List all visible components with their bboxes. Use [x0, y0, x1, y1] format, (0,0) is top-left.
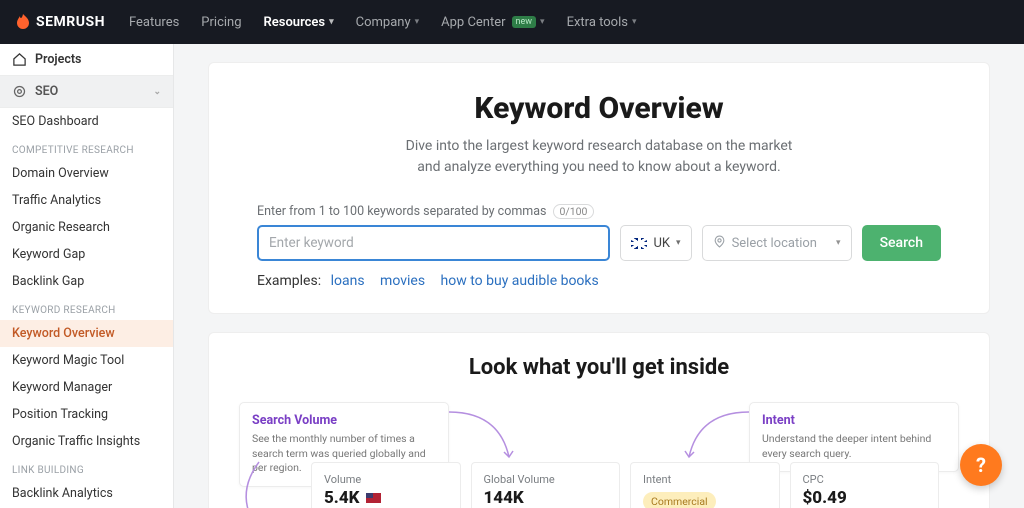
location-placeholder: Select location: [732, 236, 817, 251]
page-subtitle: Dive into the largest keyword research d…: [257, 136, 941, 178]
nav-features[interactable]: Features: [129, 15, 179, 30]
chevron-down-icon: ▾: [632, 17, 637, 27]
location-select[interactable]: Select location ▾: [702, 225, 852, 261]
sidebar-keyword-magic[interactable]: Keyword Magic Tool: [0, 347, 173, 374]
new-badge: new: [512, 16, 537, 28]
input-help-label: Enter from 1 to 100 keywords separated b…: [257, 204, 941, 219]
preview-area: Search Volume See the monthly number of …: [239, 402, 959, 508]
chevron-down-icon: ▾: [676, 238, 681, 248]
nav-extratools[interactable]: Extra tools▾: [567, 15, 637, 30]
hero-card: Keyword Overview Dive into the largest k…: [208, 62, 990, 314]
sidebar-keyword-gap[interactable]: Keyword Gap: [0, 241, 173, 268]
brand-flame-icon: [14, 13, 32, 31]
preview-title: Look what you'll get inside: [239, 355, 959, 380]
nav-pricing[interactable]: Pricing: [201, 15, 241, 30]
sidebar-domain-overview[interactable]: Domain Overview: [0, 160, 173, 187]
main-content: Keyword Overview Dive into the largest k…: [174, 44, 1024, 508]
nav-appcenter[interactable]: App Centernew▾: [441, 15, 544, 30]
sidebar-heading-competitive: COMPETITIVE RESEARCH: [0, 135, 173, 160]
callout-intent-title: Intent: [762, 413, 946, 428]
metric-global-label: Global Volume: [484, 473, 608, 486]
sidebar-organic-traffic-insights[interactable]: Organic Traffic Insights: [0, 428, 173, 455]
country-label: UK: [653, 236, 670, 251]
sidebar-seo-label: SEO: [35, 84, 58, 99]
search-button[interactable]: Search: [862, 225, 941, 261]
metric-volume-value: 5.4K: [324, 488, 448, 508]
examples-label: Examples:: [257, 273, 321, 289]
sidebar-heading-keyword: KEYWORD RESEARCH: [0, 295, 173, 320]
sidebar-projects[interactable]: Projects: [0, 44, 173, 75]
nav-items: Features Pricing Resources▾ Company▾ App…: [129, 15, 637, 30]
sidebar-keyword-manager[interactable]: Keyword Manager: [0, 374, 173, 401]
nav-resources[interactable]: Resources▾: [264, 15, 334, 30]
metric-volume: Volume 5.4K Keyword Difficulty 60%: [311, 462, 461, 508]
top-nav: SEMRUSH Features Pricing Resources▾ Comp…: [0, 0, 1024, 44]
sidebar: Projects SEO ⌄ SEO Dashboard COMPETITIVE…: [0, 44, 174, 508]
metric-cpc-value: $0.49: [803, 488, 927, 508]
metric-intent: Intent Commercial Trend: [630, 462, 780, 508]
example-link-movies[interactable]: movies: [380, 273, 425, 289]
country-select[interactable]: UK ▾: [620, 225, 691, 261]
home-icon: [12, 52, 27, 67]
sidebar-organic-research[interactable]: Organic Research: [0, 214, 173, 241]
metric-intent-label: Intent: [643, 473, 767, 486]
brand-text: SEMRUSH: [36, 14, 105, 30]
keyword-input[interactable]: [257, 225, 610, 261]
target-icon: [12, 84, 27, 99]
metric-global-volume: Global Volume 144K 12K 12K 12K: [471, 462, 621, 508]
example-link-loans[interactable]: loans: [331, 273, 365, 289]
keyword-counter: 0/100: [553, 204, 595, 219]
sidebar-heading-link: LINK BUILDING: [0, 455, 173, 480]
sidebar-backlink-analytics[interactable]: Backlink Analytics: [0, 480, 173, 507]
metric-volume-label: Volume: [324, 473, 448, 486]
search-row: UK ▾ Select location ▾ Search: [257, 225, 941, 261]
metric-cpc: CPC $0.49 Competitive Density 0.56: [790, 462, 940, 508]
flag-uk-icon: [631, 238, 647, 249]
page-title: Keyword Overview: [257, 91, 941, 126]
chevron-down-icon: ▾: [329, 17, 334, 27]
chevron-down-icon: ▾: [836, 238, 841, 248]
examples-row: Examples: loans movies how to buy audibl…: [257, 273, 941, 289]
chevron-down-icon: ⌄: [153, 87, 161, 97]
chevron-down-icon: ▾: [415, 17, 420, 27]
preview-card: Look what you'll get inside Search Volum…: [208, 332, 990, 508]
metric-row: Volume 5.4K Keyword Difficulty 60% Globa…: [311, 462, 939, 508]
sidebar-position-tracking[interactable]: Position Tracking: [0, 401, 173, 428]
metric-global-value: 144K: [484, 488, 608, 508]
chevron-down-icon: ▾: [540, 17, 545, 27]
brand-logo[interactable]: SEMRUSH: [14, 13, 105, 31]
sidebar-seo-dashboard[interactable]: SEO Dashboard: [0, 108, 173, 135]
sidebar-backlink-gap[interactable]: Backlink Gap: [0, 268, 173, 295]
sidebar-traffic-analytics[interactable]: Traffic Analytics: [0, 187, 173, 214]
help-fab[interactable]: ?: [960, 444, 1002, 486]
flag-us-icon: [366, 493, 381, 503]
metric-cpc-label: CPC: [803, 473, 927, 486]
sidebar-keyword-overview[interactable]: Keyword Overview: [0, 320, 173, 347]
sidebar-seo-toggle[interactable]: SEO ⌄: [0, 75, 173, 108]
nav-company[interactable]: Company▾: [356, 15, 420, 30]
intent-tag: Commercial: [643, 492, 716, 508]
sidebar-projects-label: Projects: [35, 52, 81, 67]
callout-volume-title: Search Volume: [252, 413, 436, 428]
callout-intent-text: Understand the deeper intent behind ever…: [762, 432, 946, 461]
example-link-audible[interactable]: how to buy audible books: [441, 273, 599, 289]
question-icon: ?: [976, 453, 986, 477]
location-pin-icon: [713, 235, 726, 252]
